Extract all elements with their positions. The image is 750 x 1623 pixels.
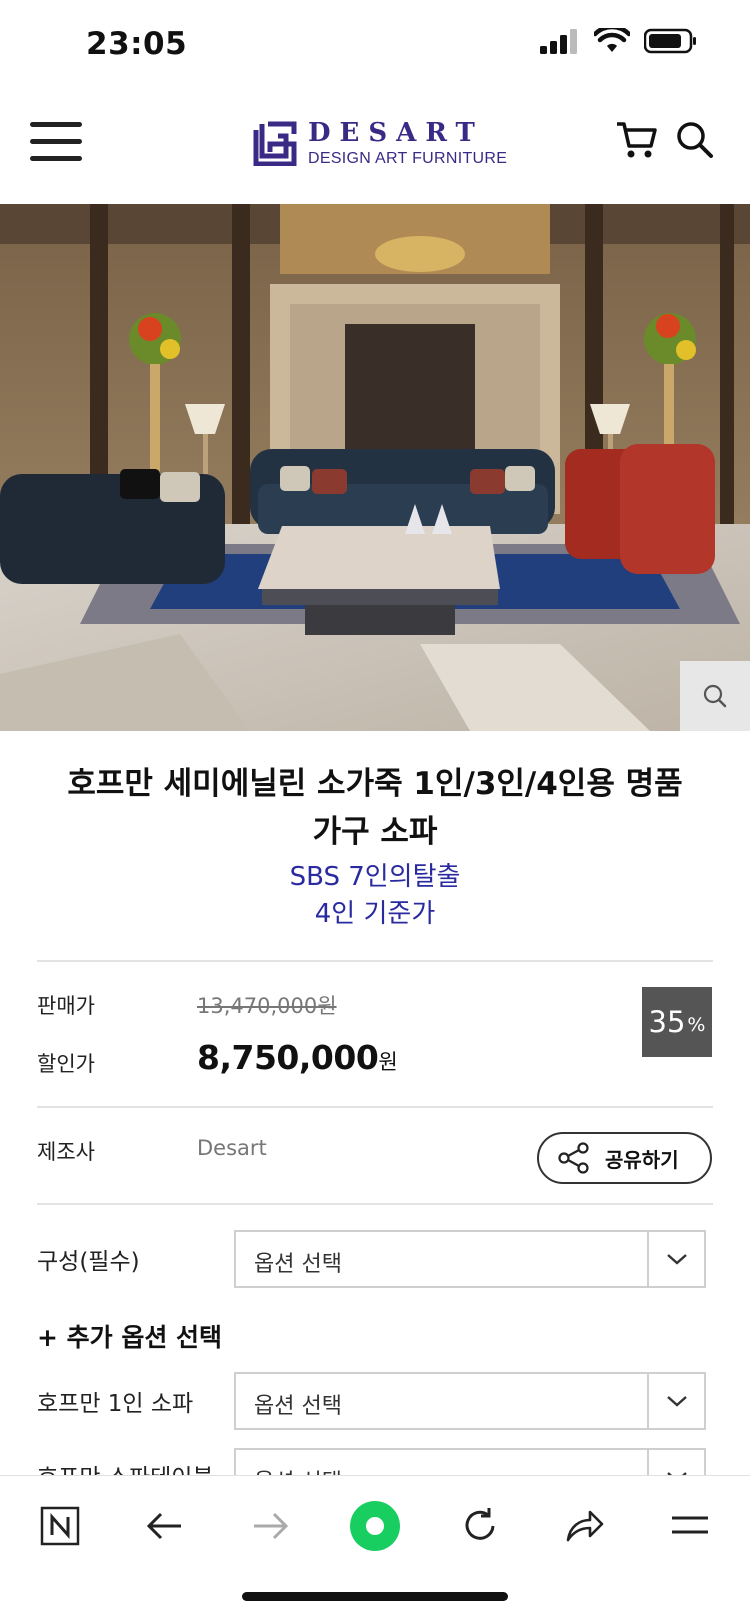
select-arrow — [647, 1232, 704, 1286]
sofa-showroom-image — [0, 204, 750, 731]
add-option-heading: + 추가 옵션 선택 — [37, 1323, 223, 1352]
status-time: 23:05 — [86, 26, 188, 62]
search-icon[interactable] — [675, 120, 715, 160]
magnifier-icon — [703, 684, 727, 708]
maker-label: 제조사 — [37, 1140, 95, 1164]
menu-line — [30, 122, 82, 127]
menu-line — [30, 156, 82, 161]
divider — [37, 1106, 713, 1108]
discount-unit: % — [687, 1014, 706, 1036]
select-value: 옵션 선택 — [254, 1252, 342, 1277]
home-indicator[interactable] — [242, 1592, 508, 1601]
divider — [37, 960, 713, 962]
product-subtitle-2: 4인 기준가 — [314, 899, 436, 929]
zoom-button[interactable] — [680, 661, 750, 731]
signal-icon — [540, 29, 577, 54]
list-price-label: 판매가 — [37, 994, 95, 1018]
logo-title: DESART — [308, 118, 484, 148]
product-title: 호프만 세미에닐린 소가죽 1인/3인/4인용 명품 가구 소파 — [30, 760, 720, 856]
sale-price-unit: 원 — [378, 1050, 398, 1074]
menu-button[interactable] — [30, 122, 82, 166]
discount-badge: 35 % — [642, 987, 712, 1057]
product-image[interactable] — [0, 204, 750, 731]
back-button[interactable] — [135, 1496, 195, 1556]
share-icon — [558, 1142, 589, 1174]
cart-icon[interactable] — [615, 120, 657, 160]
browser-menu-button[interactable] — [660, 1496, 720, 1556]
extra-option-1-label: 호프만 1인 소파 — [37, 1391, 194, 1417]
logo-subtitle: DESIGN ART FURNITURE — [308, 150, 508, 167]
forward-button[interactable] — [240, 1496, 300, 1556]
required-option-label: 구성(필수) — [37, 1249, 140, 1275]
product-title-line2: 가구 소파 — [312, 814, 438, 850]
select-arrow — [647, 1374, 704, 1428]
site-logo[interactable]: DESART DESIGN ART FURNITURE — [252, 118, 507, 170]
naver-n-icon — [40, 1506, 80, 1546]
chevron-down-icon — [666, 1396, 687, 1407]
sale-price-label: 할인가 — [37, 1052, 95, 1076]
divider — [37, 1203, 713, 1205]
site-header: DESART DESIGN ART FURNITURE — [0, 100, 750, 204]
product-subtitle-1: SBS 7인의탈출 — [289, 862, 461, 892]
menu-line — [30, 139, 82, 144]
refresh-button[interactable] — [450, 1496, 510, 1556]
battery-icon — [644, 28, 696, 54]
chevron-down-icon — [666, 1254, 687, 1265]
arrow-left-icon — [146, 1512, 181, 1540]
discount-value: 35 — [648, 1005, 686, 1039]
status-bar: 23:05 — [0, 0, 750, 90]
product-title-line1: 호프만 세미에닐린 소가죽 1인/3인/4인용 명품 — [67, 766, 683, 802]
required-option-select[interactable]: 옵션 선택 — [234, 1230, 706, 1288]
forward-share-icon — [566, 1510, 604, 1542]
wifi-icon — [594, 28, 630, 52]
select-value: 옵션 선택 — [254, 1394, 342, 1419]
arrow-right-icon — [254, 1512, 289, 1540]
extra-option-1-select[interactable]: 옵션 선택 — [234, 1372, 706, 1430]
status-icons — [540, 28, 698, 54]
maker-value: Desart — [197, 1136, 267, 1160]
refresh-icon — [465, 1508, 495, 1540]
share-label: 공유하기 — [605, 1147, 679, 1172]
share-page-button[interactable] — [555, 1496, 615, 1556]
share-button[interactable]: 공유하기 — [537, 1132, 712, 1184]
green-dot-icon — [350, 1501, 400, 1551]
sale-price-value: 8,750,000 — [197, 1038, 379, 1077]
green-dot-button[interactable] — [345, 1496, 405, 1556]
sale-price: 8,750,000원 — [197, 1038, 398, 1077]
hamburger-icon — [672, 1516, 708, 1534]
list-price-value: 13,470,000원 — [197, 994, 337, 1018]
naver-home-button[interactable] — [30, 1496, 90, 1556]
logo-mark-icon — [253, 121, 297, 166]
